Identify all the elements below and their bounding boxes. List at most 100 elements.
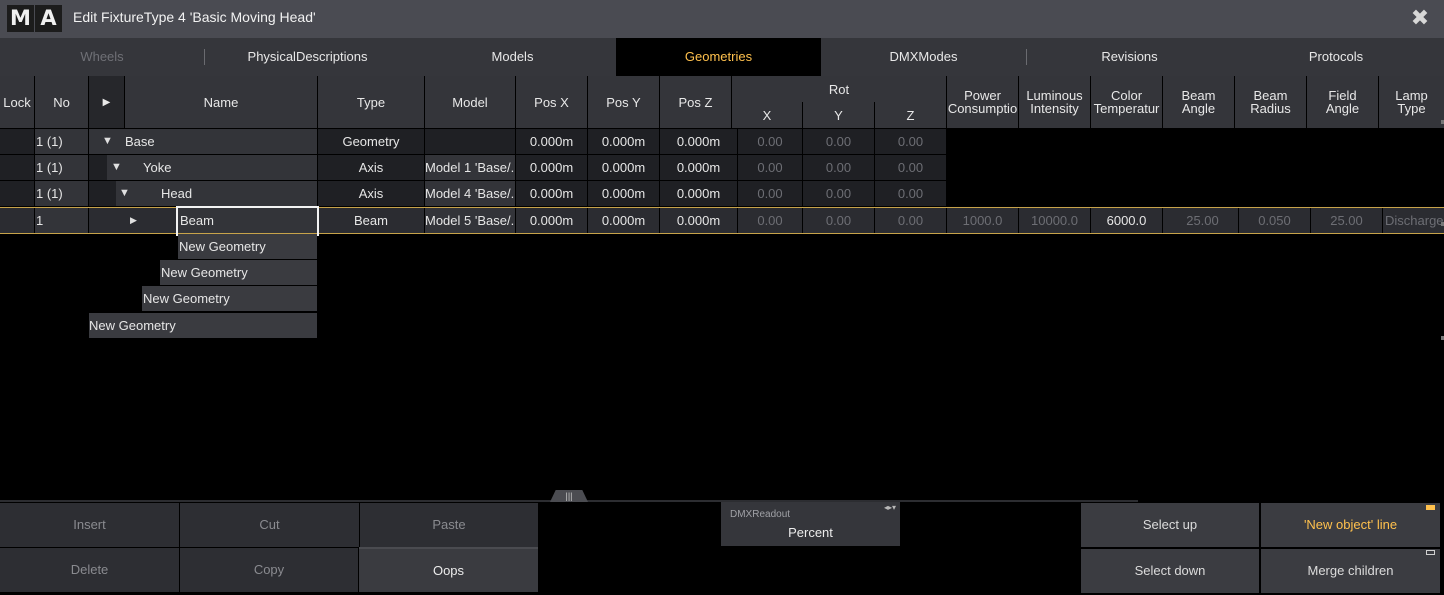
- luminous-intensity-cell[interactable]: 10000.0: [1019, 208, 1090, 233]
- no-cell[interactable]: 1 (1): [35, 155, 88, 180]
- pos-x-cell[interactable]: 0.000m: [516, 208, 587, 233]
- col-header-color-temperature[interactable]: Color Temperatur: [1091, 76, 1162, 128]
- new-geometry-beam[interactable]: New Geometry: [178, 234, 317, 259]
- pos-x-cell[interactable]: 0.000m: [516, 181, 587, 206]
- rot-x-cell[interactable]: 0.00: [738, 208, 802, 233]
- rot-y-cell[interactable]: 0.00: [803, 208, 874, 233]
- pos-z-cell[interactable]: 0.000m: [660, 181, 737, 206]
- name-cell[interactable]: ▼ Head: [116, 181, 317, 206]
- insert-button[interactable]: Insert: [0, 503, 179, 547]
- rot-z-cell[interactable]: 0.00: [875, 155, 946, 180]
- pos-z-cell[interactable]: 0.000m: [660, 155, 737, 180]
- select-down-button[interactable]: Select down: [1081, 549, 1259, 593]
- rot-z-cell[interactable]: 0.00: [875, 208, 946, 233]
- col-header-beam-angle[interactable]: Beam Angle: [1163, 76, 1234, 128]
- pos-x-cell[interactable]: 0.000m: [516, 129, 587, 154]
- col-header-rot-z[interactable]: Z: [875, 102, 946, 128]
- collapse-icon[interactable]: ▼: [119, 181, 130, 206]
- col-header-rot-y[interactable]: Y: [803, 102, 874, 128]
- col-header-type[interactable]: Type: [318, 76, 424, 128]
- oops-button[interactable]: Oops: [359, 547, 538, 592]
- lock-cell[interactable]: [0, 181, 34, 206]
- lamp-type-cell[interactable]: Discharge: [1383, 208, 1444, 233]
- type-cell[interactable]: Beam: [318, 208, 424, 233]
- copy-button[interactable]: Copy: [180, 548, 358, 592]
- expand-icon[interactable]: ▶: [130, 208, 137, 233]
- rot-z-cell[interactable]: 0.00: [875, 181, 946, 206]
- col-header-lock[interactable]: Lock: [0, 76, 34, 128]
- rot-x-cell[interactable]: 0.00: [738, 181, 802, 206]
- dmx-readout-selector[interactable]: DMXReadout ◂▸▾ Percent: [721, 502, 900, 546]
- no-cell[interactable]: 1 (1): [35, 181, 88, 206]
- tab-protocols[interactable]: Protocols: [1232, 38, 1440, 76]
- model-cell[interactable]: Model 5 'Base/...: [425, 208, 515, 233]
- col-header-beam-radius[interactable]: Beam Radius: [1235, 76, 1306, 128]
- pos-z-cell[interactable]: 0.000m: [660, 129, 737, 154]
- col-header-field-angle[interactable]: Field Angle: [1307, 76, 1378, 128]
- color-temperature-cell[interactable]: 6000.0: [1091, 208, 1162, 233]
- rot-y-cell[interactable]: 0.00: [803, 181, 874, 206]
- col-header-luminous-intensity[interactable]: Luminous Intensity: [1019, 76, 1090, 128]
- col-header-rot-x[interactable]: X: [732, 102, 802, 128]
- pos-y-cell[interactable]: 0.000m: [588, 208, 659, 233]
- lock-cell[interactable]: [0, 155, 34, 180]
- new-geometry-yoke[interactable]: New Geometry: [142, 286, 317, 311]
- pos-y-cell[interactable]: 0.000m: [588, 181, 659, 206]
- col-header-pos-z[interactable]: Pos Z: [660, 76, 731, 128]
- close-icon[interactable]: ✖: [1408, 6, 1432, 30]
- type-cell[interactable]: Axis: [318, 181, 424, 206]
- col-header-no[interactable]: No: [35, 76, 88, 128]
- rot-y-cell[interactable]: 0.00: [803, 155, 874, 180]
- col-header-model[interactable]: Model: [425, 76, 515, 128]
- pos-y-cell[interactable]: 0.000m: [588, 129, 659, 154]
- no-cell[interactable]: 1 (1): [35, 129, 88, 154]
- rot-x-cell[interactable]: 0.00: [738, 155, 802, 180]
- no-cell[interactable]: 1: [35, 208, 88, 233]
- merge-children-toggle[interactable]: Merge children: [1261, 549, 1440, 593]
- select-up-button[interactable]: Select up: [1081, 503, 1259, 547]
- name-cell[interactable]: ▼ Base: [89, 129, 317, 154]
- beam-radius-cell[interactable]: 0.050: [1239, 208, 1310, 233]
- beam-angle-cell[interactable]: 25.00: [1163, 208, 1238, 233]
- paste-button[interactable]: Paste: [360, 503, 538, 547]
- type-cell[interactable]: Geometry: [318, 129, 424, 154]
- delete-button[interactable]: Delete: [0, 548, 179, 592]
- collapse-icon[interactable]: ▼: [111, 155, 122, 180]
- collapse-icon[interactable]: ▼: [102, 129, 113, 154]
- pos-z-cell[interactable]: 0.000m: [660, 208, 737, 233]
- tab-wheels[interactable]: Wheels: [0, 38, 204, 76]
- col-header-lamp-type[interactable]: Lamp Type: [1379, 76, 1444, 128]
- tab-dmx-modes[interactable]: DMXModes: [821, 38, 1026, 76]
- pos-y-cell[interactable]: 0.000m: [588, 155, 659, 180]
- model-cell[interactable]: Model 4 'Base/...: [425, 181, 515, 206]
- type-cell[interactable]: Axis: [318, 155, 424, 180]
- tab-physical-descriptions[interactable]: PhysicalDescriptions: [205, 38, 410, 76]
- new-object-line-toggle[interactable]: 'New object' line: [1261, 503, 1440, 547]
- col-header-pos-x[interactable]: Pos X: [516, 76, 587, 128]
- name-cell[interactable]: ▼ Yoke: [107, 155, 317, 180]
- col-header-pos-y[interactable]: Pos Y: [588, 76, 659, 128]
- splitter-grip-icon[interactable]: |||: [550, 490, 588, 502]
- new-geometry-root[interactable]: New Geometry: [89, 313, 317, 338]
- tab-revisions[interactable]: Revisions: [1027, 38, 1232, 76]
- tab-models[interactable]: Models: [410, 38, 615, 76]
- model-cell[interactable]: [425, 129, 515, 154]
- col-header-power-consumption[interactable]: Power Consumptio: [947, 76, 1018, 128]
- tab-geometries[interactable]: Geometries: [616, 38, 821, 76]
- lock-cell[interactable]: [0, 208, 34, 233]
- new-geometry-head[interactable]: New Geometry: [160, 260, 317, 285]
- lock-cell[interactable]: [0, 129, 34, 154]
- rot-x-cell[interactable]: 0.00: [738, 129, 802, 154]
- pos-x-cell[interactable]: 0.000m: [516, 155, 587, 180]
- expand-all-icon[interactable]: ▶: [89, 76, 124, 128]
- title-bar: M A Edit FixtureType 4 'Basic Moving Hea…: [0, 0, 1444, 38]
- field-angle-cell[interactable]: 25.00: [1311, 208, 1382, 233]
- rot-y-cell[interactable]: 0.00: [803, 129, 874, 154]
- indent-cell: [89, 155, 107, 180]
- cut-button[interactable]: Cut: [180, 503, 359, 547]
- col-header-name[interactable]: Name: [125, 76, 317, 128]
- power-consumption-cell[interactable]: 1000.0: [947, 208, 1018, 233]
- model-cell[interactable]: Model 1 'Base/...: [425, 155, 515, 180]
- rot-z-cell[interactable]: 0.00: [875, 129, 946, 154]
- toggle-on-indicator-icon: [1426, 505, 1435, 510]
